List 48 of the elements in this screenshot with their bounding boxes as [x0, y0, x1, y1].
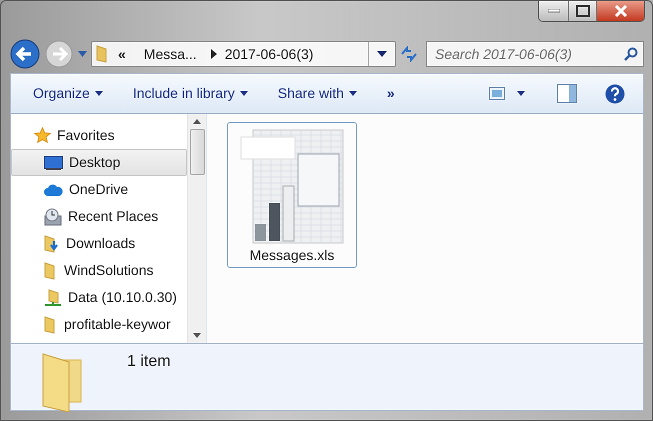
breadcrumb-overflow[interactable]: «: [118, 44, 126, 64]
breadcrumb-item[interactable]: 2017-06-06(3): [224, 44, 314, 64]
toolbar-button[interactable]: Include in library: [122, 79, 258, 108]
sidebar-item[interactable]: OneDrive: [11, 176, 187, 203]
refresh-icon[interactable]: [400, 46, 418, 62]
scrollbar[interactable]: [187, 114, 206, 343]
toolbar-button[interactable]: Share with: [268, 79, 367, 108]
scroll-down-icon[interactable]: [193, 333, 201, 338]
sidebar-item[interactable]: WindSolutions: [11, 257, 187, 284]
breadcrumb-arrow-icon[interactable]: [210, 49, 217, 59]
network-folder-icon: [44, 288, 62, 306]
preview-pane-icon[interactable]: [557, 84, 577, 103]
view-options-icon[interactable]: [489, 87, 505, 100]
help-icon[interactable]: [605, 84, 625, 104]
search-field[interactable]: Search 2017-06-06(3): [426, 41, 644, 67]
caret-icon: [94, 91, 103, 96]
address-dropdown-icon[interactable]: [377, 51, 387, 57]
item-count: 1 item: [127, 352, 171, 372]
close-button[interactable]: [597, 1, 644, 21]
monitor-icon: [44, 156, 63, 170]
close-icon: [614, 5, 628, 17]
caret-icon[interactable]: [517, 91, 525, 96]
recent-pages-caret-icon[interactable]: [78, 51, 87, 57]
minimize-button[interactable]: [539, 1, 569, 21]
star-icon: [34, 127, 51, 144]
maximize-icon: [576, 5, 590, 17]
caret-icon: [348, 91, 357, 96]
sidebar-item[interactable]: Recent Places: [11, 203, 187, 230]
scrollbar-thumb[interactable]: [190, 129, 204, 175]
minimize-icon: [548, 9, 560, 13]
scroll-up-icon[interactable]: [193, 119, 201, 124]
maximize-button[interactable]: [569, 1, 597, 21]
toolbar-button[interactable]: »: [376, 79, 405, 108]
caret-icon: [240, 91, 248, 96]
toolbar-button[interactable]: Organize: [23, 79, 113, 108]
sidebar-item[interactable]: profitable-keywor: [11, 311, 187, 338]
folder-download-icon: [44, 234, 60, 252]
sidebar-item[interactable]: Desktop: [11, 149, 187, 176]
address-bar[interactable]: « Messa... 2017-06-06(3): [91, 41, 396, 67]
breadcrumb-item[interactable]: Messa...: [144, 44, 197, 64]
sidebar-item[interactable]: Data (10.10.0.30): [11, 284, 187, 311]
back-button[interactable]: [10, 39, 40, 69]
sidebar-item[interactable]: Downloads: [11, 230, 187, 257]
file-item[interactable]: Messages.xls: [227, 122, 357, 268]
cloud-icon: [44, 184, 63, 196]
recent-places-icon: [44, 208, 62, 226]
search-icon: [624, 47, 638, 61]
sidebar-group-header[interactable]: Favorites: [11, 122, 187, 149]
